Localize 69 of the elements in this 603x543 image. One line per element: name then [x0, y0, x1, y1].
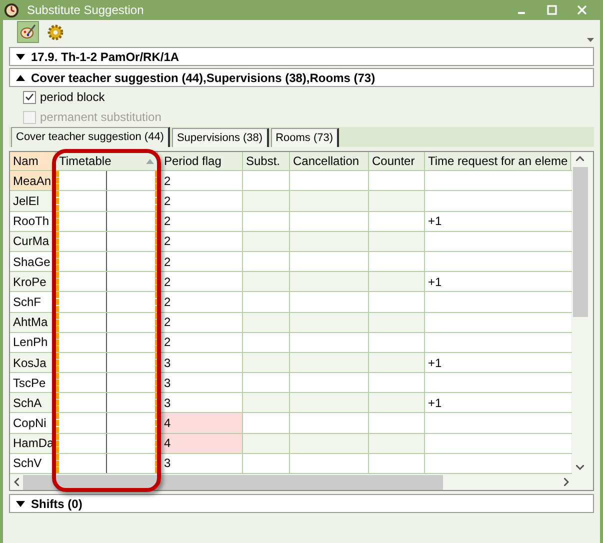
table-cell: 2 — [158, 292, 243, 312]
table-cell: 4 — [158, 413, 243, 433]
timetable-cell[interactable] — [56, 393, 158, 412]
column-header[interactable]: Subst. — [243, 152, 290, 170]
scrollbar-thumb[interactable] — [23, 474, 443, 490]
table-cell: 2 — [158, 272, 243, 292]
table-cell: 2 — [158, 212, 243, 231]
table-cell: 2 — [158, 332, 243, 352]
palette-tool-button[interactable] — [17, 21, 39, 43]
timetable-cell[interactable] — [56, 171, 158, 190]
timetable-cell[interactable] — [56, 252, 158, 272]
timetable-cell[interactable] — [56, 232, 158, 251]
column-header[interactable]: Nam — [10, 152, 56, 170]
table-cell: 2 — [158, 252, 243, 272]
expand-arrow-icon[interactable] — [16, 500, 25, 506]
tab[interactable]: Cover teacher suggestion (44) — [11, 127, 170, 147]
tab[interactable]: Supervisions (38) — [172, 128, 269, 147]
table-cell: 2 — [158, 232, 243, 251]
table-cell: 2 — [158, 171, 243, 190]
timetable-cell[interactable] — [56, 292, 158, 312]
table-cell: +1 — [425, 393, 571, 412]
section-header[interactable]: Shifts (0) — [9, 494, 594, 513]
scrollbar-thumb[interactable] — [572, 167, 588, 317]
checkbox-label: permanent substitution — [40, 109, 162, 126]
column-header[interactable]: Cancellation — [290, 152, 369, 170]
scroll-down-icon[interactable] — [576, 465, 584, 470]
window-title: Substitute Suggestion — [27, 2, 144, 19]
timetable-cell[interactable] — [56, 212, 158, 231]
palette-icon — [20, 24, 36, 40]
clock-icon — [4, 2, 19, 18]
close-icon[interactable] — [577, 5, 587, 15]
table-cell: 4 — [158, 434, 243, 453]
timetable-cell[interactable] — [56, 434, 158, 453]
table-cell: 2 — [158, 191, 243, 211]
column-header[interactable]: Time request for an eleme — [425, 152, 571, 170]
timetable-cell[interactable] — [56, 191, 158, 211]
section-header[interactable]: 17.9. Th-1-2 PamOr/RK/1A — [9, 47, 594, 66]
timetable-cell[interactable] — [56, 272, 158, 292]
column-header[interactable]: Counter — [369, 152, 425, 170]
table-cell: 3 — [158, 454, 243, 474]
dropdown-caret-icon[interactable] — [587, 38, 594, 42]
table-cell: 2 — [158, 312, 243, 332]
tab[interactable]: Rooms (73) — [270, 128, 340, 147]
check-icon — [25, 93, 34, 101]
maximize-icon[interactable] — [547, 5, 557, 15]
table-cell: 3 — [158, 373, 243, 392]
scroll-up-icon[interactable] — [576, 156, 584, 161]
table-cell: 3 — [158, 393, 243, 412]
scroll-left-icon[interactable] — [14, 478, 19, 486]
column-header[interactable]: Period flag — [158, 152, 243, 170]
timetable-cell[interactable] — [56, 413, 158, 433]
sort-arrow-icon — [146, 158, 154, 164]
table-cell: +1 — [425, 272, 571, 292]
collapse-arrow-icon[interactable] — [16, 74, 25, 80]
timetable-cell[interactable] — [56, 373, 158, 392]
table-cell: 3 — [158, 352, 243, 372]
table-cell: +1 — [425, 352, 571, 372]
table-cell: +1 — [425, 212, 571, 231]
settings-icon[interactable] — [47, 24, 64, 40]
timetable-cell[interactable] — [56, 332, 158, 352]
scroll-right-icon[interactable] — [564, 478, 569, 486]
checkbox[interactable] — [23, 90, 36, 104]
timetable-cell[interactable] — [56, 454, 158, 474]
section-header[interactable]: Cover teacher suggestion (44),Supervisions (38),Rooms (73) — [9, 68, 594, 87]
checkbox-label: period block — [40, 89, 105, 106]
timetable-cell[interactable] — [56, 312, 158, 332]
timetable-cell[interactable] — [56, 352, 158, 372]
expand-arrow-icon[interactable] — [16, 54, 25, 60]
column-header[interactable]: Timetable — [56, 152, 158, 170]
